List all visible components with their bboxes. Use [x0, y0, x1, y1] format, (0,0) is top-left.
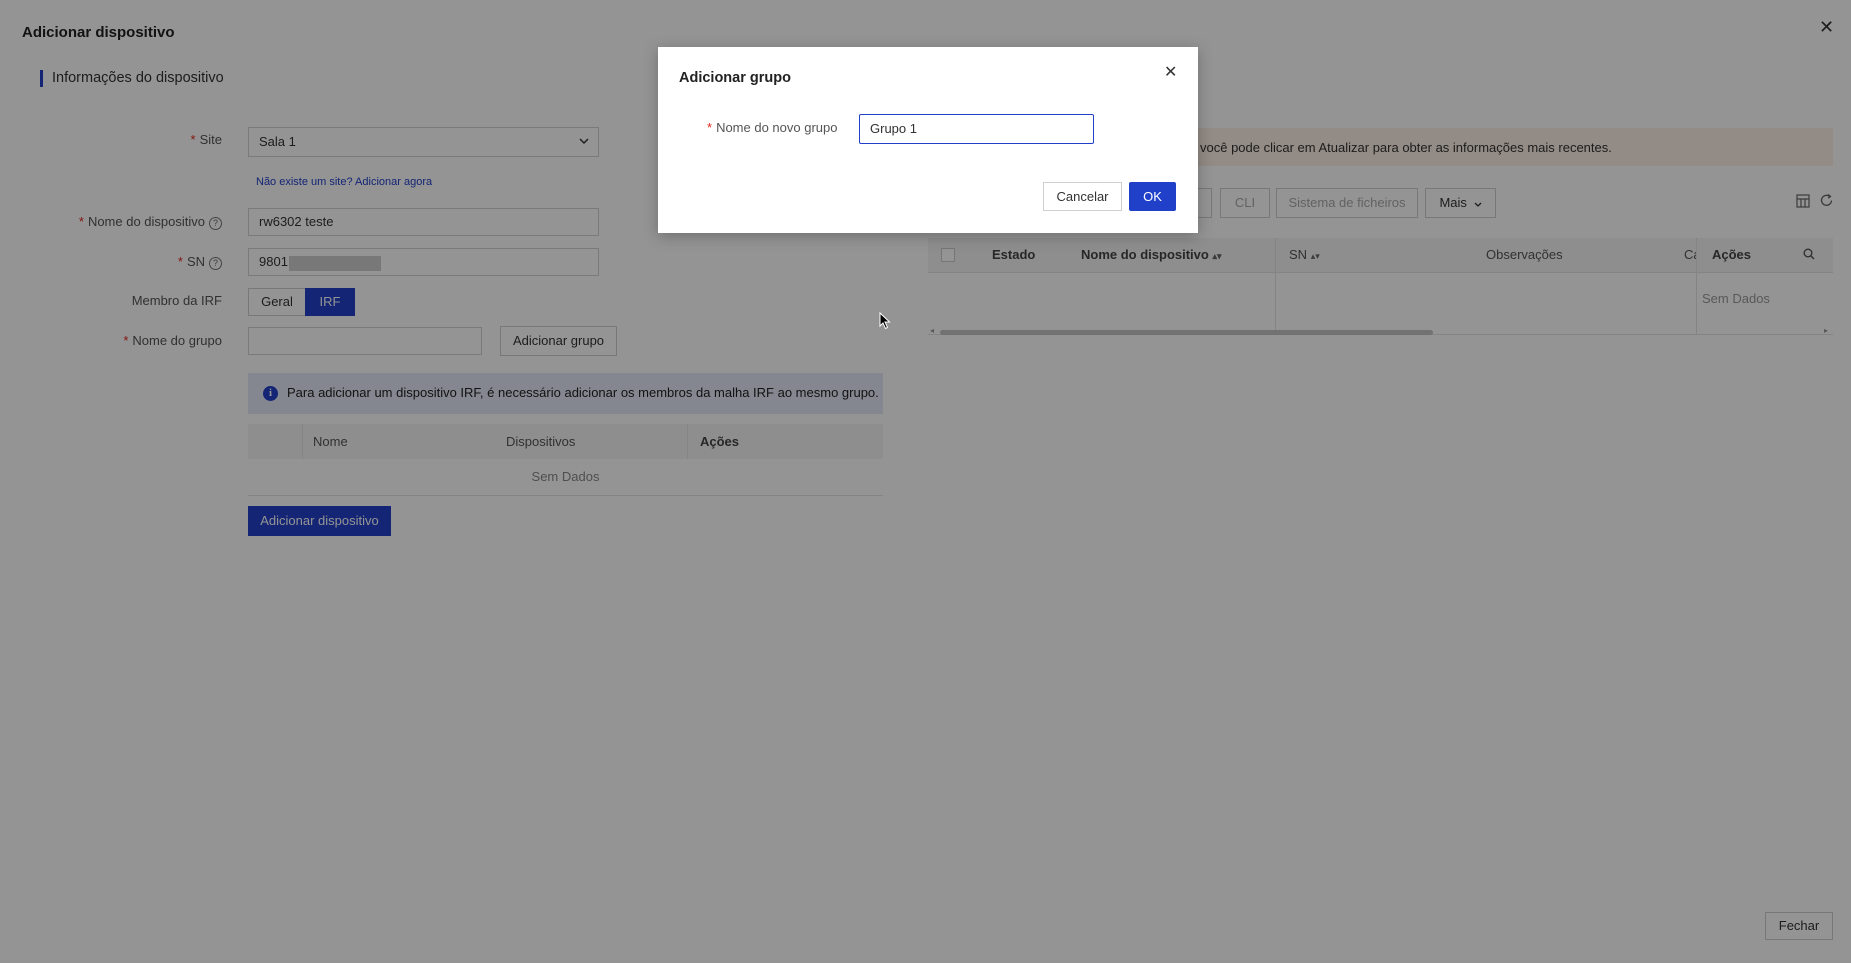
new-group-label: * Nome do novo grupo	[707, 120, 838, 135]
new-group-input-value: Grupo 1	[870, 121, 917, 136]
close-icon[interactable]: ✕	[1164, 62, 1177, 82]
add-group-modal: Adicionar grupo ✕ * Nome do novo grupo Gr…	[658, 47, 1198, 233]
mouse-cursor-icon	[879, 312, 891, 330]
cancel-button[interactable]: Cancelar	[1043, 182, 1122, 211]
new-group-input[interactable]: Grupo 1	[859, 114, 1094, 144]
modal-title: Adicionar grupo	[679, 70, 791, 86]
ok-button[interactable]: OK	[1129, 182, 1176, 211]
